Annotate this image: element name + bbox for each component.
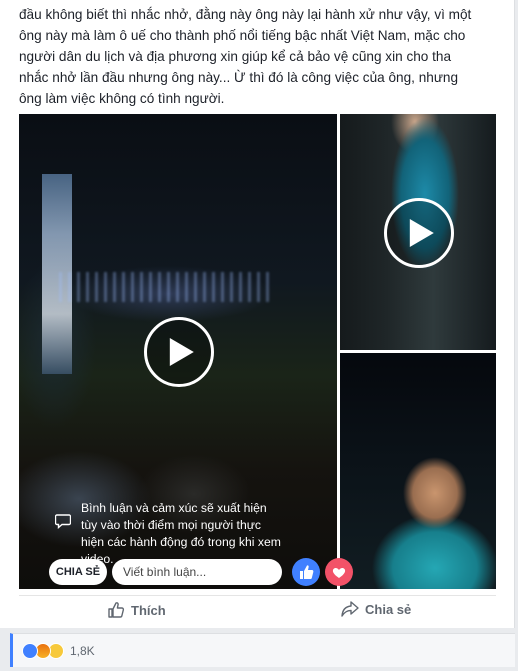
like-label: Thích (131, 602, 166, 618)
reaction-count[interactable]: 1,8K (70, 644, 95, 658)
post-line: người dân du lịch và địa phương xin giúp… (19, 49, 452, 64)
play-icon[interactable] (144, 317, 214, 387)
post-line: đầu không biết thì nhắc nhở, đằng này ôn… (19, 7, 472, 22)
heart-icon (332, 567, 346, 578)
thumbs-up-icon (108, 602, 125, 618)
speech-bubble-icon (54, 514, 72, 534)
post-line: ông này mà làm ô uế cho thành phố nổi ti… (19, 28, 466, 43)
share-label: Chia sẻ (365, 601, 412, 617)
post-line: ông làm việc không có tình người. (19, 91, 225, 106)
photo-thumbnail-man[interactable] (340, 353, 496, 589)
comment-input[interactable]: Viết bình luận... (112, 559, 282, 585)
video-comment-bar: CHIA SẺ Viết bình luận... (46, 555, 353, 589)
like-icon (22, 642, 38, 659)
media-grid: Bình luận và cảm xúc sẽ xuất hiện tùy và… (19, 114, 496, 589)
post-text: đầu không biết thì nhắc nhở, đằng này ôn… (19, 4, 503, 109)
like-button[interactable]: Thích (107, 601, 166, 619)
thumbs-up-icon (300, 565, 314, 579)
video-share-button[interactable]: CHIA SẺ (49, 559, 107, 585)
play-icon[interactable] (384, 198, 454, 268)
city-lights (59, 272, 269, 302)
post-card: đầu không biết thì nhắc nhở, đằng này ôn… (0, 0, 515, 628)
reactions-summary[interactable]: 1,8K (10, 633, 515, 667)
love-reaction-button[interactable] (325, 558, 353, 586)
post-line: nhắc nhở lần đầu nhưng ông này... Ừ thì … (19, 70, 459, 85)
like-reaction-button[interactable] (292, 558, 320, 586)
share-arrow-icon (341, 601, 359, 617)
post-actions: Thích Chia sẻ (19, 595, 496, 623)
share-button[interactable]: Chia sẻ (341, 601, 411, 617)
